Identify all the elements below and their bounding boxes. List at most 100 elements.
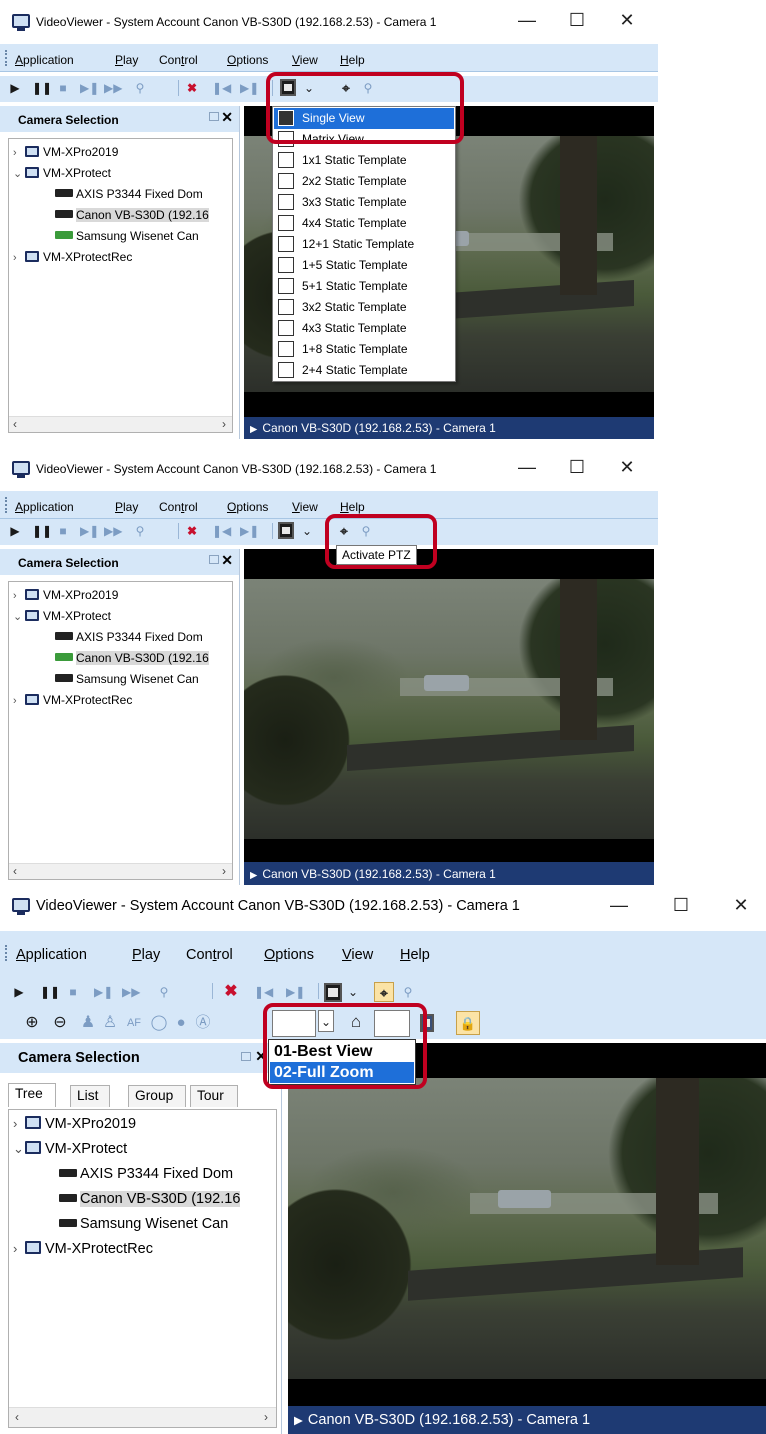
tree-node-vm-xprotect[interactable]: ⌄ VM-XProtect: [13, 1141, 127, 1157]
view-dropdown-arrow[interactable]: ⌄: [346, 983, 360, 1001]
collapse-icon[interactable]: ⌄: [13, 1141, 25, 1157]
view-menu-item[interactable]: 4x4 Static Template: [274, 213, 454, 234]
play-button[interactable]: ▶: [8, 522, 22, 540]
collapse-icon[interactable]: ⌄: [13, 610, 25, 623]
focus-near-icon[interactable]: ♟: [80, 1014, 96, 1032]
stop-button[interactable]: ■: [56, 79, 70, 97]
zoom-out-icon[interactable]: ⊖: [52, 1014, 68, 1032]
collapse-icon[interactable]: ⌄: [13, 167, 25, 180]
play-button[interactable]: ▶: [12, 983, 26, 1001]
previous-button[interactable]: ❚◀: [212, 522, 231, 540]
zoom-in-icon[interactable]: ⊕: [24, 1014, 40, 1032]
fast-forward-button[interactable]: ▶▶: [104, 79, 122, 97]
menu-view[interactable]: View: [292, 53, 318, 67]
tree-node-camera[interactable]: Samsung Wisenet Can: [59, 1216, 228, 1232]
iris-close-icon[interactable]: ●: [172, 1014, 190, 1032]
view-layout-icon[interactable]: [324, 983, 342, 1002]
pin-icon[interactable]: [241, 1052, 251, 1061]
close-button[interactable]: ✕: [728, 895, 754, 915]
tree-node-vm-xprotectrec[interactable]: › VM-XProtectRec: [13, 693, 132, 707]
close-button[interactable]: ✕: [614, 457, 640, 477]
pin-icon[interactable]: [209, 555, 219, 564]
step-button[interactable]: ▶❚: [80, 79, 99, 97]
view-menu-item[interactable]: 3x2 Static Template: [274, 297, 454, 318]
menu-play[interactable]: Play: [115, 500, 138, 514]
view-menu-item[interactable]: 12+1 Static Template: [274, 234, 454, 255]
view-menu-item[interactable]: 4x3 Static Template: [274, 318, 454, 339]
scroll-left-icon[interactable]: ‹: [15, 1410, 19, 1424]
pin-icon[interactable]: [209, 112, 219, 121]
menu-control[interactable]: Control: [186, 947, 233, 963]
view-dropdown-arrow[interactable]: ⌄: [300, 522, 314, 540]
play-button[interactable]: ▶: [8, 79, 22, 97]
lock-icon[interactable]: 🔒: [456, 1011, 480, 1035]
pause-button[interactable]: ❚❚: [40, 983, 60, 1001]
menu-application[interactable]: Application: [15, 53, 74, 67]
menu-view[interactable]: View: [342, 947, 373, 963]
horizontal-scrollbar[interactable]: ‹ ›: [9, 416, 232, 432]
step-button[interactable]: ▶❚: [94, 983, 113, 1001]
menu-view[interactable]: View: [292, 500, 318, 514]
tree-node-camera-selected[interactable]: Canon VB-S30D (192.16: [59, 1191, 241, 1207]
maximize-button[interactable]: ☐: [668, 895, 694, 915]
next-button[interactable]: ▶❚: [240, 522, 259, 540]
menu-application[interactable]: Application: [15, 500, 74, 514]
tree-node-camera[interactable]: Samsung Wisenet Can: [55, 672, 199, 686]
tree-node-camera[interactable]: Samsung Wisenet Can: [55, 229, 199, 243]
view-menu-item[interactable]: 1+5 Static Template: [274, 255, 454, 276]
expand-icon[interactable]: ›: [13, 590, 25, 602]
tab-tree[interactable]: Tree: [8, 1083, 56, 1107]
view-layout-icon[interactable]: [278, 522, 294, 539]
tree-node-camera-selected[interactable]: Canon VB-S30D (192.16: [55, 208, 209, 222]
view-menu-item[interactable]: 2+4 Static Template: [274, 360, 454, 381]
previous-button[interactable]: ❚◀: [254, 983, 273, 1001]
stop-button[interactable]: ■: [66, 983, 80, 1001]
maximize-button[interactable]: ☐: [564, 457, 590, 477]
menu-options[interactable]: Options: [264, 947, 314, 963]
ptz-active-icon[interactable]: ⌖: [374, 982, 394, 1002]
menu-control[interactable]: Control: [159, 53, 198, 67]
delete-button[interactable]: ✖: [222, 983, 240, 1001]
tree-node-camera[interactable]: AXIS P3344 Fixed Dom: [55, 187, 203, 201]
expand-icon[interactable]: ›: [13, 252, 25, 264]
view-menu-item[interactable]: 3x3 Static Template: [274, 192, 454, 213]
delete-button[interactable]: ✖: [184, 522, 200, 540]
minimize-button[interactable]: —: [514, 457, 540, 477]
menu-options[interactable]: Options: [227, 500, 268, 514]
tree-node-vm-xpro2019[interactable]: › VM-XPro2019: [13, 145, 118, 159]
horizontal-scrollbar[interactable]: ‹ ›: [9, 1407, 276, 1427]
pane-close-icon[interactable]: ✕: [221, 552, 233, 569]
video-panel[interactable]: ▶ Canon VB-S30D (192.168.2.53) - Camera 1: [288, 1043, 766, 1434]
tree-node-camera[interactable]: AXIS P3344 Fixed Dom: [55, 630, 203, 644]
minimize-button[interactable]: —: [514, 10, 540, 30]
tree-node-camera-selected[interactable]: Canon VB-S30D (192.16: [55, 651, 209, 665]
next-button[interactable]: ▶❚: [286, 983, 305, 1001]
binoculars-icon[interactable]: ⚲: [132, 79, 148, 97]
horizontal-scrollbar[interactable]: ‹ ›: [9, 863, 232, 879]
fast-forward-button[interactable]: ▶▶: [104, 522, 122, 540]
expand-icon[interactable]: ›: [13, 695, 25, 707]
close-button[interactable]: ✕: [614, 10, 640, 30]
tree-node-vm-xprotectrec[interactable]: › VM-XProtectRec: [13, 1241, 153, 1257]
view-menu-item[interactable]: 1+8 Static Template: [274, 339, 454, 360]
pause-button[interactable]: ❚❚: [32, 522, 52, 540]
tree-node-vm-xprotectrec[interactable]: › VM-XProtectRec: [13, 250, 132, 264]
pane-close-icon[interactable]: ✕: [221, 109, 233, 126]
fast-forward-button[interactable]: ▶▶: [122, 983, 140, 1001]
menu-play[interactable]: Play: [132, 947, 160, 963]
expand-icon[interactable]: ›: [13, 147, 25, 159]
iris-open-icon[interactable]: ◯: [150, 1014, 168, 1032]
previous-button[interactable]: ❚◀: [212, 79, 231, 97]
next-button[interactable]: ▶❚: [240, 79, 259, 97]
menu-help[interactable]: Help: [400, 947, 430, 963]
tree-node-camera[interactable]: AXIS P3344 Fixed Dom: [59, 1166, 233, 1182]
autofocus-button[interactable]: AF: [124, 1014, 144, 1032]
view-menu-item[interactable]: 2x2 Static Template: [274, 171, 454, 192]
tree-node-vm-xpro2019[interactable]: › VM-XPro2019: [13, 588, 118, 602]
binoculars-icon[interactable]: ⚲: [132, 522, 148, 540]
scroll-right-icon[interactable]: ›: [222, 864, 226, 878]
tree-node-vm-xprotect[interactable]: ⌄ VM-XProtect: [13, 609, 111, 623]
tab-group[interactable]: Group: [128, 1085, 186, 1107]
scroll-right-icon[interactable]: ›: [222, 417, 226, 431]
binoculars-icon[interactable]: ⚲: [156, 983, 172, 1001]
